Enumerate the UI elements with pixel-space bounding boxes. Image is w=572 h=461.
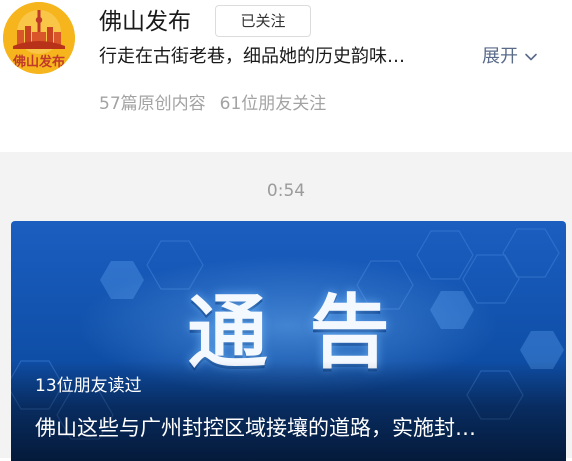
account-avatar[interactable]: 佛山发布: [3, 2, 75, 74]
account-name[interactable]: 佛山发布: [99, 6, 191, 38]
account-stats: 57篇原创内容 61位朋友关注: [99, 92, 326, 116]
friends-read-count: 13位朋友读过: [35, 376, 142, 396]
expand-label: 展开: [482, 46, 518, 67]
article-title[interactable]: 佛山这些与广州封控区域接壤的道路，实施封…: [35, 413, 545, 443]
chevron-down-icon: [525, 53, 537, 61]
original-count[interactable]: 57篇原创内容: [99, 94, 206, 114]
foshan-logo-icon: 佛山发布: [3, 2, 75, 74]
article-feed: 0:54 通告 13位朋友读过 佛山这些与广州封控区域接壤的道路，实施封…: [0, 152, 572, 461]
article-card[interactable]: 通告 13位朋友读过 佛山这些与广州封控区域接壤的道路，实施封…: [11, 221, 566, 461]
message-timestamp: 0:54: [266, 181, 306, 201]
friends-following[interactable]: 61位朋友关注: [220, 94, 327, 114]
account-header: 佛山发布 佛山发布 已关注 行走在古街老巷，细品她的历史韵味… 展开 57篇原创…: [0, 0, 572, 152]
expand-button[interactable]: 展开: [482, 44, 538, 70]
avatar-text: 佛山发布: [12, 54, 65, 70]
account-intro: 行走在古街老巷，细品她的历史韵味…: [99, 46, 405, 67]
follow-button[interactable]: 已关注: [215, 5, 311, 37]
